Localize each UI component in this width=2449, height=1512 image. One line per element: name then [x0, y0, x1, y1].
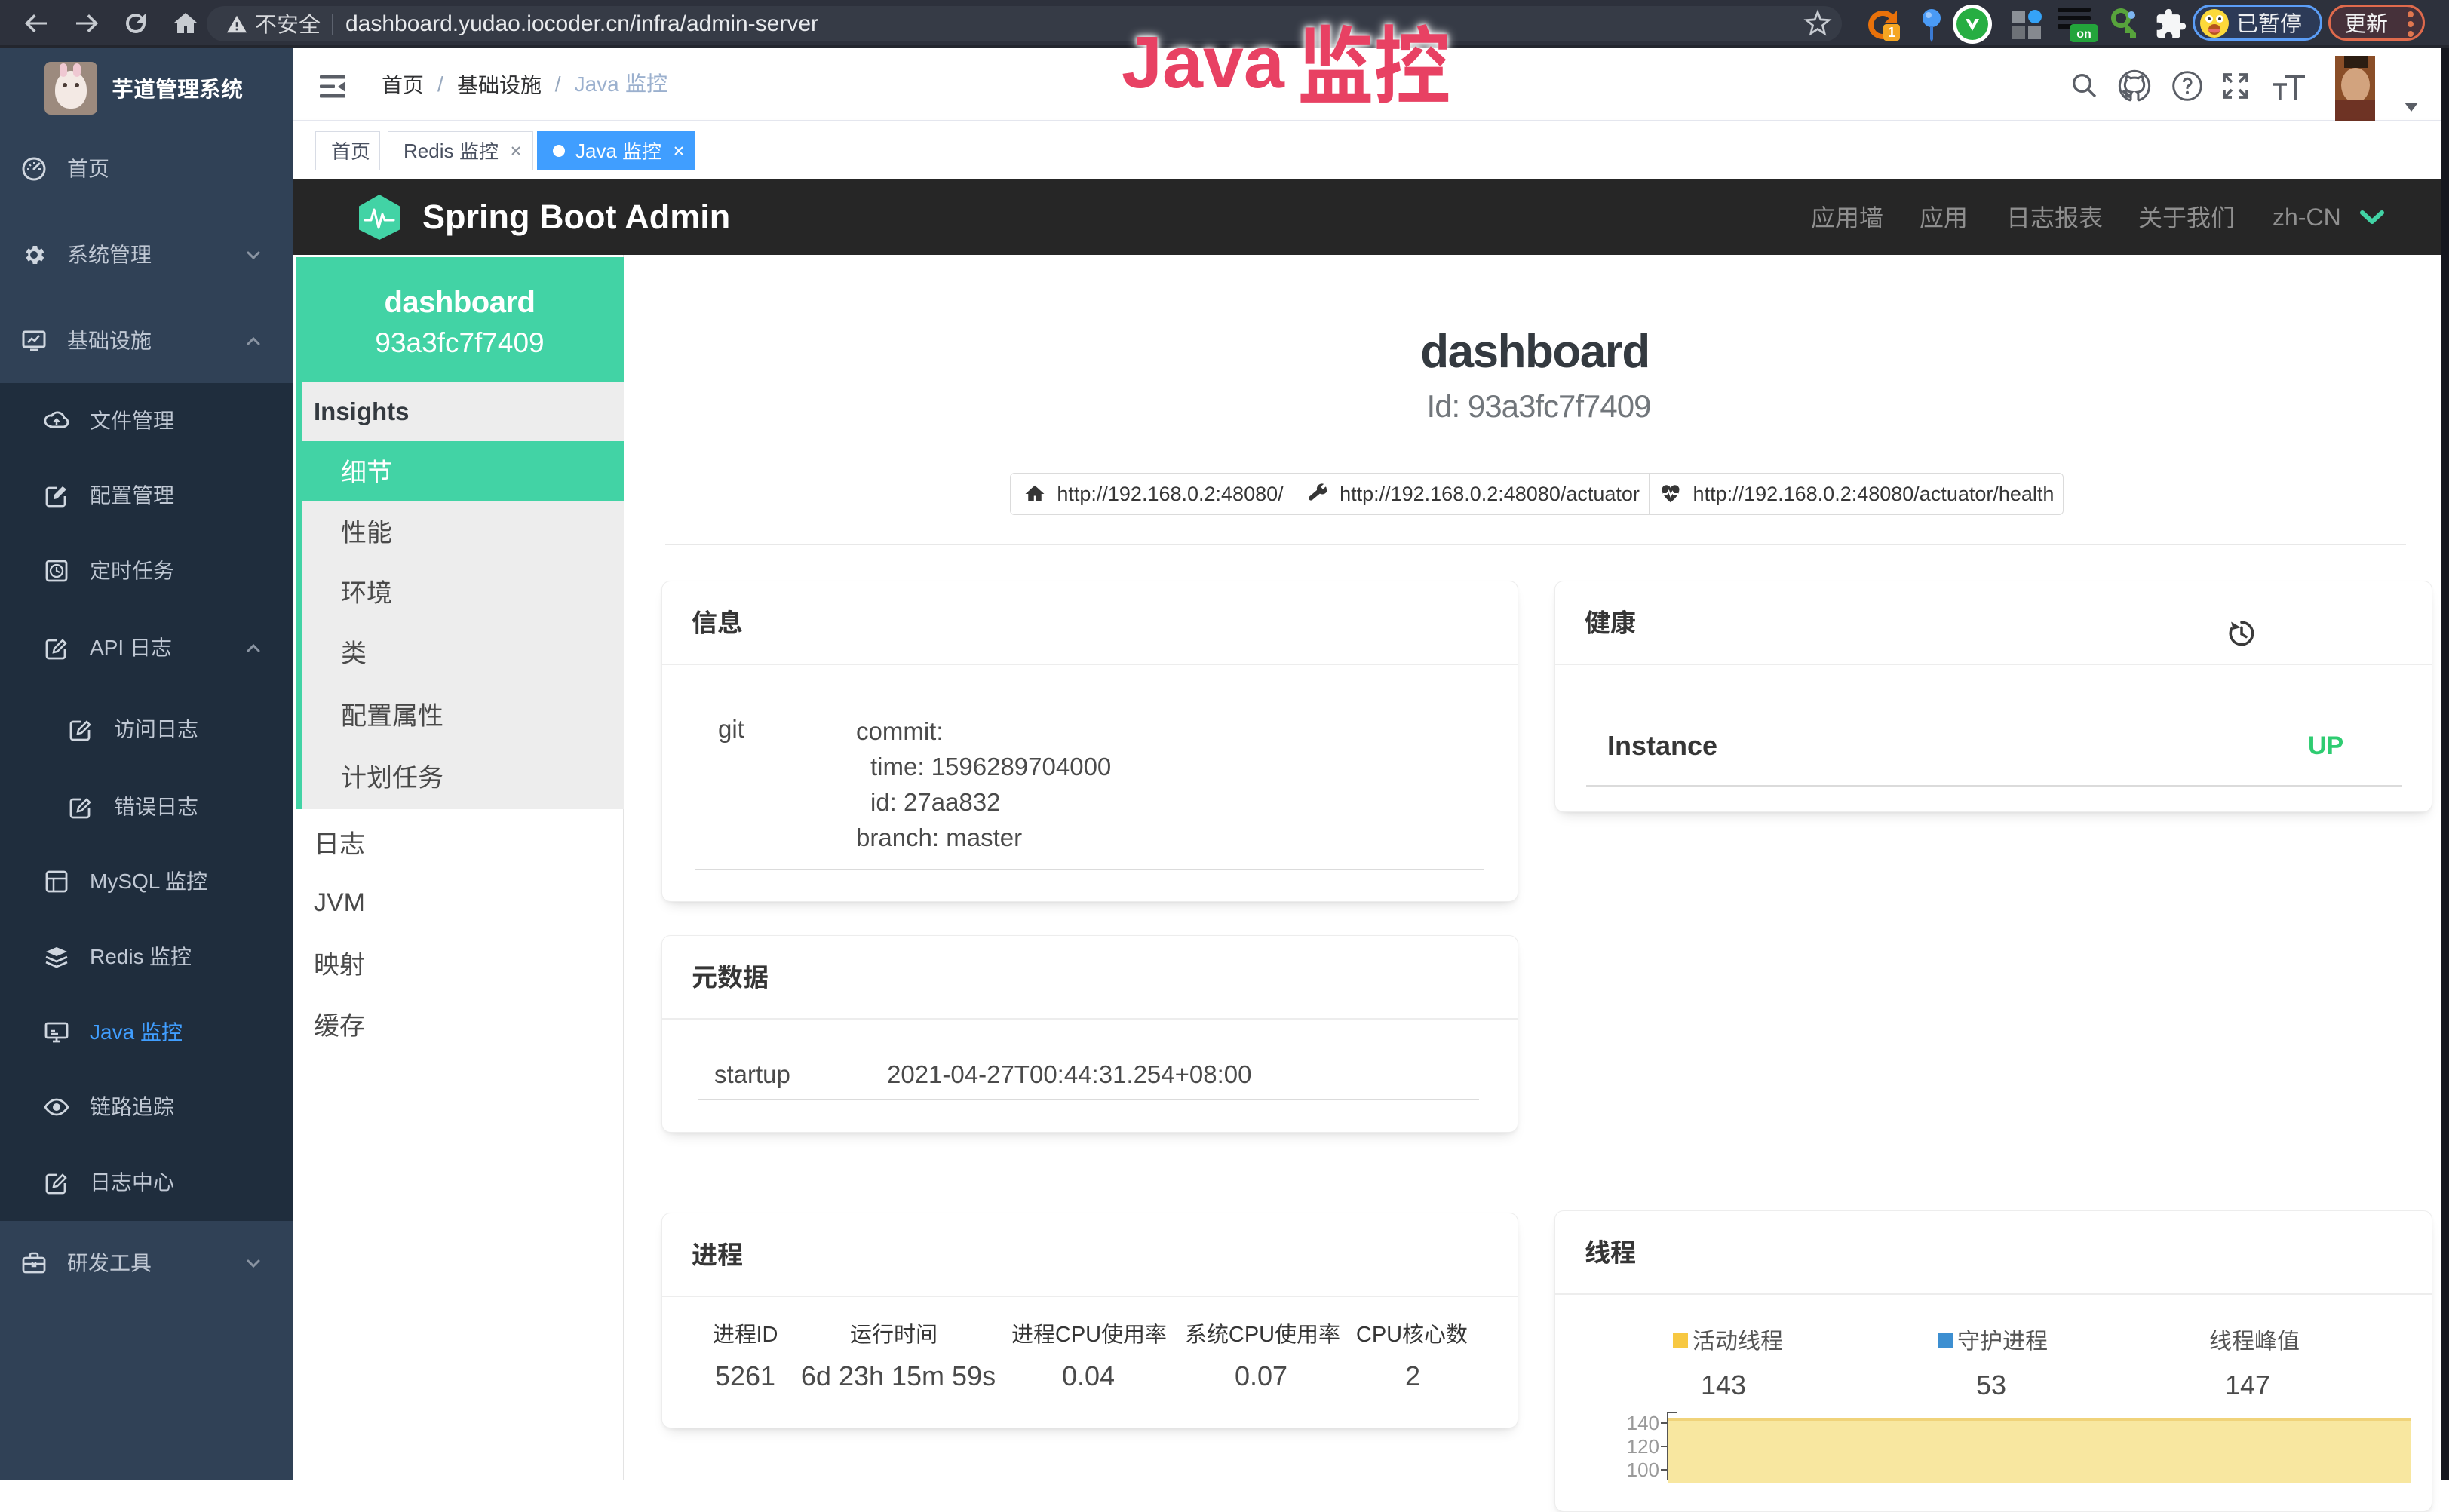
svg-text:on: on — [2076, 28, 2091, 41]
svg-text:1: 1 — [1888, 25, 1895, 40]
